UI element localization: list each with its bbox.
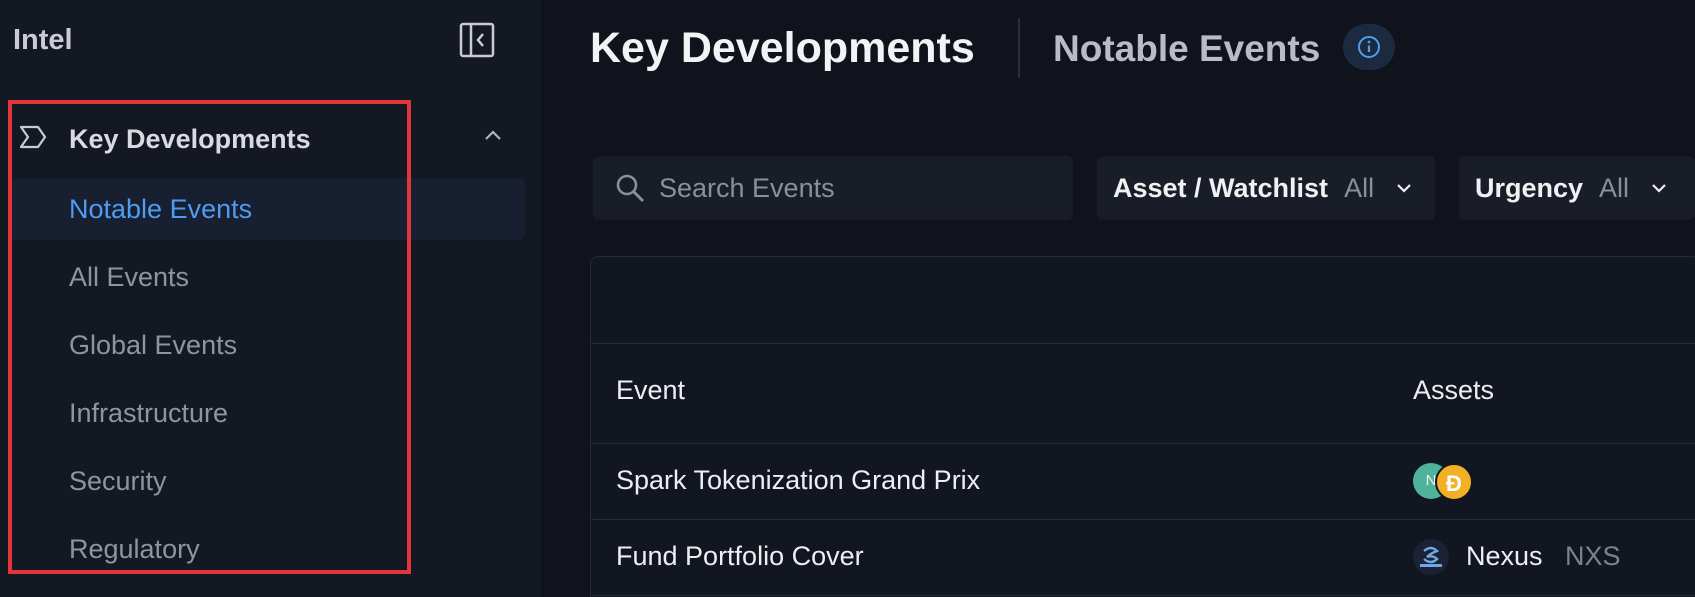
row-divider xyxy=(591,595,1695,596)
nexus-logo-icon xyxy=(1413,539,1449,575)
tag-icon xyxy=(19,125,47,149)
chevron-up-icon xyxy=(485,130,501,140)
sidebar: Intel Key Developments Notable Events Al… xyxy=(0,0,541,597)
row-divider xyxy=(591,519,1695,520)
title-divider xyxy=(1018,18,1020,78)
info-icon xyxy=(1358,36,1380,58)
search-icon xyxy=(616,174,644,202)
info-button[interactable] xyxy=(1343,24,1395,70)
asset-icon-group[interactable]: N Đ xyxy=(1413,463,1483,501)
table-toolbar-divider xyxy=(591,343,1695,344)
column-header-event[interactable]: Event xyxy=(616,375,685,406)
tab-notable-events[interactable]: Notable Events xyxy=(1053,28,1320,70)
sidebar-collapse-icon xyxy=(459,22,495,58)
urgency-filter-value: All xyxy=(1599,172,1630,203)
search-box[interactable] xyxy=(593,156,1073,220)
table-row-event[interactable]: Spark Tokenization Grand Prix xyxy=(616,465,980,496)
dai-token-icon: Đ xyxy=(1435,463,1473,501)
sidebar-item-notable-events[interactable]: Notable Events xyxy=(8,178,525,240)
collapse-sidebar-button[interactable] xyxy=(459,22,495,58)
sidebar-item-infrastructure[interactable]: Infrastructure xyxy=(8,382,525,444)
row-divider xyxy=(591,443,1695,444)
page-title: Key Developments xyxy=(590,24,975,72)
urgency-filter-label: Urgency xyxy=(1475,172,1584,203)
asset-watchlist-filter[interactable]: Asset / Watchlist All xyxy=(1097,156,1435,220)
section-key-developments[interactable]: Key Developments xyxy=(0,112,520,168)
asset-filter-label: Asset / Watchlist xyxy=(1113,172,1329,203)
app-root: Intel Key Developments Notable Events Al… xyxy=(0,0,1695,597)
main-content: Key Developments Notable Events Asset / … xyxy=(541,0,1695,597)
asset-filter-value: All xyxy=(1344,172,1375,203)
asset-ticker: NXS xyxy=(1565,541,1621,571)
chevron-down-icon xyxy=(1652,184,1666,193)
column-header-assets[interactable]: Assets xyxy=(1413,375,1494,406)
urgency-filter[interactable]: Urgency All xyxy=(1459,156,1695,220)
events-table: Event Assets Spark Tokenization Grand Pr… xyxy=(590,256,1695,597)
search-input[interactable] xyxy=(659,156,1059,220)
chevron-down-icon xyxy=(1397,184,1411,193)
sidebar-item-all-events[interactable]: All Events xyxy=(8,246,525,308)
sidebar-title: Intel xyxy=(13,24,73,56)
table-row-event[interactable]: Fund Portfolio Cover xyxy=(616,541,864,572)
sidebar-item-global-events[interactable]: Global Events xyxy=(8,314,525,376)
sidebar-item-regulatory[interactable]: Regulatory xyxy=(8,518,525,580)
asset-name[interactable]: Nexus xyxy=(1466,541,1543,572)
section-label: Key Developments xyxy=(69,124,311,154)
sidebar-item-security[interactable]: Security xyxy=(8,450,525,512)
